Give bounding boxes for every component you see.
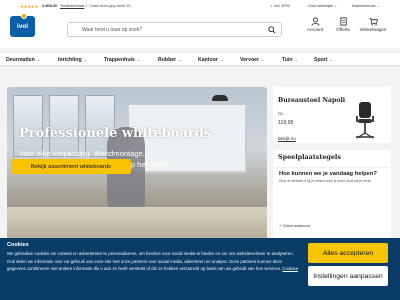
chevron-down-icon: ⌄	[135, 57, 141, 62]
logo-text: ivol	[16, 23, 29, 30]
help-title: Hoe kunnen we je vandaag helpen?	[279, 171, 377, 177]
vat-label: Incl. BTW	[274, 4, 290, 8]
search-placeholder: Waar bent u naar op zoek?	[82, 27, 143, 33]
cookie-text: We gebruiken cookies om content en adver…	[7, 250, 299, 273]
chevron-down-icon: ⌄	[334, 4, 338, 8]
product-link[interactable]: Bekijk nu	[278, 136, 296, 141]
nav-item-trappenhuis[interactable]: Trappenhuis ⌄	[104, 57, 140, 63]
vat-toggle[interactable]: ✓ Incl. BTW	[270, 4, 290, 8]
top-bar: ★★★★★ 4.46/5.00 Trustedreviews ✓ Gratis …	[0, 0, 400, 12]
lamp-image	[212, 95, 228, 101]
nav-item-sport[interactable]: Sport ⌄	[314, 57, 333, 63]
nav-item-kantoor[interactable]: Kantoor ⌄	[198, 57, 223, 63]
quotes-button[interactable]: Offerte	[328, 17, 358, 32]
usp-shipping: ✓ Gratis bezorging vanaf 25,-	[85, 4, 132, 8]
product-card[interactable]: Bureaustoel Napoli Nu 119,95 Bekijk nu	[273, 87, 391, 143]
site-logo[interactable]: ivol	[10, 13, 35, 37]
nav-item-label: Kantoor	[198, 57, 218, 63]
help-check-label: Direct antwoord	[283, 224, 310, 228]
nav-item-label: Rubber	[158, 57, 177, 63]
cart-label: Winkelwagen	[359, 27, 387, 32]
chevron-down-icon: ⌄	[376, 4, 380, 8]
product-title: Bureaustoel Napoli	[278, 97, 346, 104]
cookie-text-body: We gebruiken cookies om content en adver…	[7, 251, 294, 272]
quotes-label: Offerte	[336, 27, 350, 32]
nav-item-tuin[interactable]: Tuin ⌄	[282, 57, 298, 63]
chevron-down-icon: ⌄	[218, 57, 224, 62]
cart-button[interactable]: Winkelwagen	[358, 17, 388, 32]
customer-service-link[interactable]: Klantenservice ⌄	[352, 4, 380, 8]
chevron-down-icon: ⌄	[328, 57, 334, 62]
nav-item-label: Tuin	[282, 57, 293, 63]
price-prefix: Nu	[278, 111, 284, 116]
cart-icon	[368, 17, 378, 26]
chevron-down-icon: ⌄	[260, 57, 265, 62]
rating-stars-icon: ★★★★★	[20, 4, 39, 9]
product-price: 119,95	[278, 120, 294, 126]
usp-shipping-label: Gratis bezorging vanaf 25,-	[89, 4, 133, 8]
nav-item-vervoer[interactable]: Vervoer ⌄	[240, 57, 265, 63]
help-text: Deze de website of bij je zoeken order j…	[279, 179, 372, 183]
reviews-link[interactable]: Trustedreviews	[60, 4, 84, 8]
chevron-down-icon: ⌄	[177, 57, 182, 62]
hero-cta-button[interactable]: Bekijk assortiment whiteboards	[11, 159, 131, 174]
help-widget[interactable]: Hoe kunnen we je vandaag helpen? Deze de…	[275, 167, 389, 228]
category-title: Speelplaatstegels	[278, 153, 341, 161]
search-icon[interactable]	[268, 26, 276, 34]
category-card[interactable]: Speelplaatstegels Hoe kunnen we je vanda…	[273, 150, 391, 240]
desk-image	[7, 207, 267, 242]
cookie-title: Cookies	[7, 242, 29, 248]
help-check: ✓ Direct antwoord	[279, 223, 310, 228]
chevron-down-icon: ⌄	[293, 57, 299, 62]
logo-dot-icon	[21, 13, 27, 19]
nav-item-label: Trappenhuis	[104, 57, 135, 63]
nav-item-rubber[interactable]: Rubber ⌄	[158, 57, 182, 63]
main-nav: Deurmatten ⌄ Inrichting ⌄ Trappenhuis ⌄ …	[0, 52, 400, 66]
rating-score: 4.46/5.00	[42, 4, 57, 8]
method-label: Onze werkwijze	[308, 4, 334, 8]
method-link[interactable]: Onze werkwijze ⌄	[308, 4, 337, 8]
user-icon	[310, 17, 320, 26]
cookie-policy-link[interactable]: Cookies	[282, 266, 298, 271]
nav-item-inrichting[interactable]: Inrichting ⌄	[58, 57, 87, 63]
document-icon	[339, 17, 347, 26]
account-button[interactable]: Account	[300, 17, 330, 32]
account-label: Account	[306, 27, 324, 32]
hero-title: Professionele whiteboards	[19, 126, 212, 141]
chevron-down-icon: ⌄	[82, 57, 88, 62]
nav-item-label: Vervoer	[240, 57, 260, 63]
nav-item-label: Inrichting	[58, 57, 82, 63]
office-chair-image	[356, 102, 374, 139]
search-input[interactable]: Waar bent u naar op zoek?	[67, 22, 282, 37]
cookie-settings-button[interactable]: Instellingen aanpassen	[308, 266, 388, 286]
accept-all-button[interactable]: Alles accepteren	[308, 243, 388, 263]
customer-service-label: Klantenservice	[352, 4, 376, 8]
chevron-down-icon: ⌄	[35, 57, 41, 62]
nav-item-label: Sport	[314, 57, 328, 63]
nav-item-deurmatten[interactable]: Deurmatten ⌄	[6, 57, 40, 63]
nav-item-label: Deurmatten	[6, 57, 35, 63]
